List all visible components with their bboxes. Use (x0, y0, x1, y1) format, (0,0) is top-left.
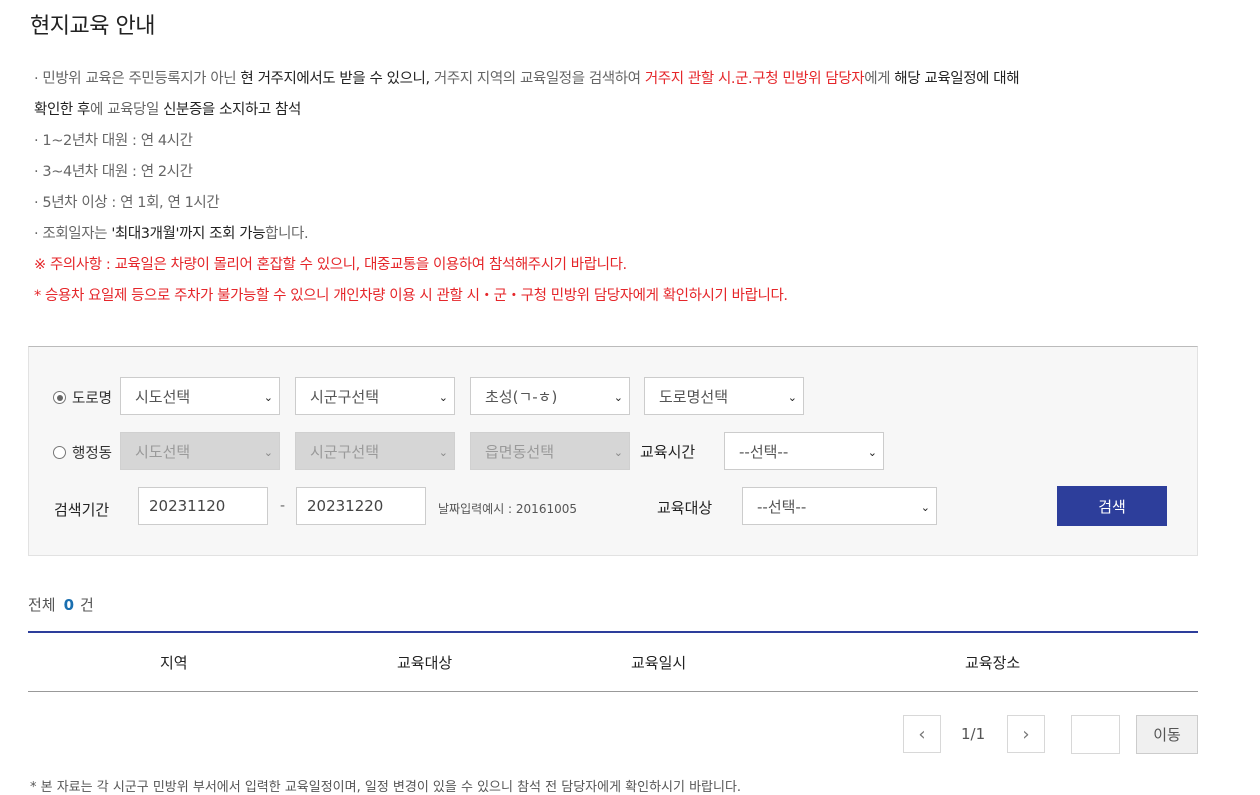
date-hint: 날짜입력예시 : 20161005 (438, 502, 577, 516)
prev-page-button[interactable]: ‹ (903, 715, 941, 753)
chevron-down-icon: ⌄ (867, 446, 877, 459)
total-unit: 건 (80, 596, 94, 614)
date-from-input[interactable]: 20231120 (138, 487, 268, 525)
road-sigungu-select[interactable]: 시군구선택 ⌄ (295, 377, 455, 415)
results-table-header: 지역 교육대상 교육일시 교육장소 (28, 631, 1198, 692)
road-initial-select[interactable]: 초성(ㄱ-ㅎ) ⌄ (470, 377, 630, 415)
radio-road-dot[interactable] (53, 391, 66, 404)
chevron-down-icon: ⌄ (438, 446, 448, 459)
road-sido-select[interactable]: 시도선택 ⌄ (120, 377, 280, 415)
notice-line-4: · 3~4년차 대원 : 연 2시간 (34, 164, 193, 180)
notice-parking: * 승용차 요일제 등으로 주차가 불가능할 수 있으니 개인차량 이용 시 관… (34, 288, 788, 304)
edu-time-select[interactable]: --선택-- ⌄ (724, 432, 884, 470)
admin-eupmyeondong-select[interactable]: 읍면동선택 ⌄ (470, 432, 630, 470)
notice-line-3: · 1~2년차 대원 : 연 4시간 (34, 133, 193, 149)
chevron-down-icon: ⌄ (613, 446, 623, 459)
date-separator: - (280, 498, 286, 514)
edu-time-label: 교육시간 (640, 443, 696, 461)
next-page-button[interactable]: › (1007, 715, 1045, 753)
chevron-down-icon: ⌄ (438, 391, 448, 404)
total-label: 전체 (28, 596, 56, 614)
radio-admin-dot[interactable] (53, 446, 66, 459)
period-label: 검색기간 (54, 501, 110, 519)
target-label: 교육대상 (657, 499, 713, 517)
target-select[interactable]: --선택-- ⌄ (742, 487, 937, 525)
go-page-button[interactable]: 이동 (1136, 715, 1198, 754)
date-to-input[interactable]: 20231220 (296, 487, 426, 525)
chevron-down-icon: ⌄ (920, 501, 930, 514)
chevron-down-icon: ⌄ (787, 391, 797, 404)
radio-admin[interactable]: 행정동 (53, 442, 112, 463)
notice-line-5: · 5년차 이상 : 연 1회, 연 1시간 (34, 195, 220, 211)
page-title: 현지교육 안내 (30, 14, 155, 39)
chevron-right-icon: › (1022, 723, 1030, 745)
chevron-down-icon: ⌄ (263, 446, 273, 459)
notice-caution: ※ 주의사항 : 교육일은 차량이 몰리어 혼잡할 수 있으니, 대중교통을 이… (34, 257, 627, 273)
col-region: 지역 (160, 654, 188, 672)
footnote: * 본 자료는 각 시군구 민방위 부서에서 입력한 교육일정이며, 일정 변경… (30, 780, 742, 795)
notice-line-1: · 민방위 교육은 주민등록지가 아닌 현 거주지에서도 받을 수 있으니, 거… (34, 71, 1020, 87)
page-number-input[interactable] (1071, 715, 1120, 754)
result-total: 전체 0 건 (28, 594, 94, 615)
col-datetime: 교육일시 (631, 654, 687, 672)
admin-sido-select[interactable]: 시도선택 ⌄ (120, 432, 280, 470)
search-panel: 도로명 시도선택 ⌄ 시군구선택 ⌄ 초성(ㄱ-ㅎ) ⌄ 도로명선택 ⌄ 행정동 시도선… (28, 346, 1198, 556)
notice-line-6: · 조회일자는 '최대3개월'까지 조회 가능합니다. (34, 226, 309, 242)
chevron-left-icon: ‹ (918, 723, 926, 745)
chevron-down-icon: ⌄ (613, 391, 623, 404)
radio-road-label: 도로명 (72, 391, 113, 407)
radio-road[interactable]: 도로명 (53, 387, 112, 408)
notice-list: · 민방위 교육은 주민등록지가 아닌 현 거주지에서도 받을 수 있으니, 거… (34, 64, 1184, 312)
page-info: 1/1 (961, 725, 986, 743)
radio-admin-label: 행정동 (72, 446, 113, 462)
col-place: 교육장소 (965, 654, 1021, 672)
road-name-select[interactable]: 도로명선택 ⌄ (644, 377, 804, 415)
search-button[interactable]: 검색 (1057, 486, 1167, 526)
total-count: 0 (63, 596, 75, 614)
notice-line-2: 확인한 후에 교육당일 신분증을 소지하고 참석 (34, 102, 301, 118)
col-target: 교육대상 (397, 654, 453, 672)
admin-sigungu-select[interactable]: 시군구선택 ⌄ (295, 432, 455, 470)
chevron-down-icon: ⌄ (263, 391, 273, 404)
